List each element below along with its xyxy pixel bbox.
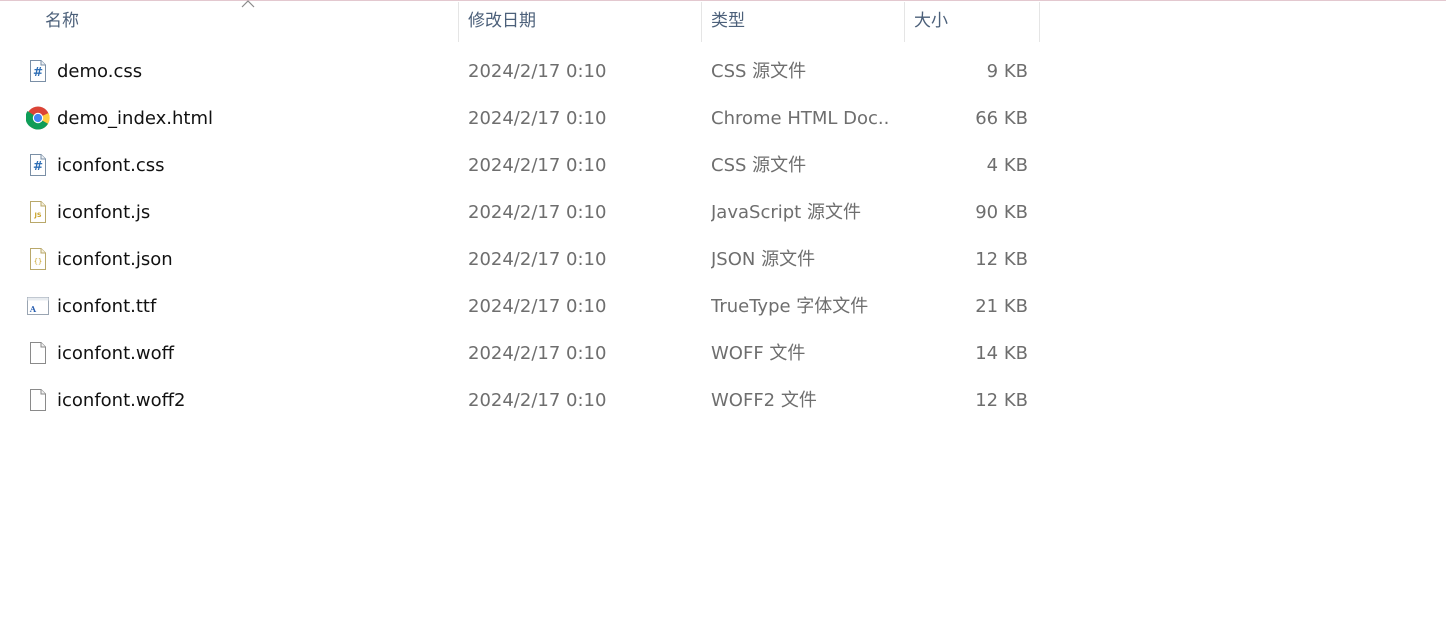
column-header-size-label: 大小: [914, 11, 948, 31]
file-type: CSS 源文件: [711, 61, 807, 82]
file-date: 2024/2/17 0:10: [468, 249, 607, 270]
column-header-date[interactable]: 修改日期: [459, 0, 701, 42]
file-date: 2024/2/17 0:10: [468, 343, 607, 364]
column-header-name[interactable]: 名称: [36, 0, 458, 42]
file-name: iconfont.woff2: [57, 390, 186, 411]
file-date: 2024/2/17 0:10: [468, 61, 607, 82]
file-size: 14 KB: [975, 343, 1028, 364]
blank-file-icon: [30, 342, 46, 364]
file-type: CSS 源文件: [711, 155, 807, 176]
column-header-size[interactable]: 大小: [905, 0, 1039, 42]
svg-text:{}: {}: [34, 258, 42, 266]
file-row[interactable]: A iconfont.ttf 2024/2/17 0:10 TrueType 字…: [0, 283, 1040, 330]
file-name: iconfont.js: [57, 202, 151, 223]
file-date: 2024/2/17 0:10: [468, 296, 607, 317]
file-size: 66 KB: [975, 108, 1028, 129]
file-type: WOFF2 文件: [711, 390, 817, 411]
file-row[interactable]: {} iconfont.json 2024/2/17 0:10 JSON 源文件…: [0, 236, 1040, 283]
file-date: 2024/2/17 0:10: [468, 390, 607, 411]
font-file-icon: A: [27, 297, 49, 315]
blank-file-icon: [30, 389, 46, 411]
file-date: 2024/2/17 0:10: [468, 202, 607, 223]
file-name: demo.css: [57, 61, 143, 82]
file-size: 4 KB: [986, 155, 1028, 176]
file-row[interactable]: iconfont.woff 2024/2/17 0:10 WOFF 文件 14 …: [0, 330, 1040, 377]
file-name: demo_index.html: [57, 108, 214, 129]
file-type: TrueType 字体文件: [711, 296, 869, 317]
js-file-icon: JS: [30, 201, 46, 223]
file-size: 9 KB: [986, 61, 1028, 82]
file-row[interactable]: JS iconfont.js 2024/2/17 0:10 JavaScript…: [0, 189, 1040, 236]
column-header-date-label: 修改日期: [468, 11, 536, 31]
css-file-icon: #: [30, 154, 46, 176]
file-date: 2024/2/17 0:10: [468, 108, 607, 129]
column-header-type-label: 类型: [711, 11, 745, 31]
file-row[interactable]: # iconfont.css 2024/2/17 0:10 CSS 源文件 4 …: [0, 142, 1040, 189]
file-size: 12 KB: [975, 390, 1028, 411]
file-name: iconfont.css: [57, 155, 165, 176]
file-type: JSON 源文件: [711, 249, 816, 270]
file-type: WOFF 文件: [711, 343, 806, 364]
file-type: Chrome HTML Doc...: [711, 108, 891, 129]
svg-text:#: #: [33, 159, 43, 173]
svg-text:#: #: [33, 65, 43, 79]
file-row[interactable]: iconfont.woff2 2024/2/17 0:10 WOFF2 文件 1…: [0, 377, 1040, 424]
file-name: iconfont.woff: [57, 343, 174, 364]
file-size: 90 KB: [975, 202, 1028, 223]
file-size: 21 KB: [975, 296, 1028, 317]
column-divider[interactable]: [1039, 2, 1040, 42]
file-name: iconfont.ttf: [57, 296, 157, 317]
css-file-icon: #: [30, 60, 46, 82]
file-date: 2024/2/17 0:10: [468, 155, 607, 176]
file-row[interactable]: # demo.css 2024/2/17 0:10 CSS 源文件 9 KB: [0, 48, 1040, 95]
file-size: 12 KB: [975, 249, 1028, 270]
file-row[interactable]: demo_index.html 2024/2/17 0:10 Chrome HT…: [0, 95, 1040, 142]
column-header-type[interactable]: 类型: [702, 0, 904, 42]
column-header: 名称 修改日期 类型 大小: [0, 0, 1446, 42]
svg-text:A: A: [29, 304, 37, 314]
column-header-name-label: 名称: [45, 11, 79, 31]
json-file-icon: {}: [30, 248, 46, 270]
file-type: JavaScript 源文件: [711, 202, 861, 223]
file-name: iconfont.json: [57, 249, 173, 270]
svg-text:JS: JS: [33, 211, 41, 219]
chrome-icon: [26, 106, 50, 130]
